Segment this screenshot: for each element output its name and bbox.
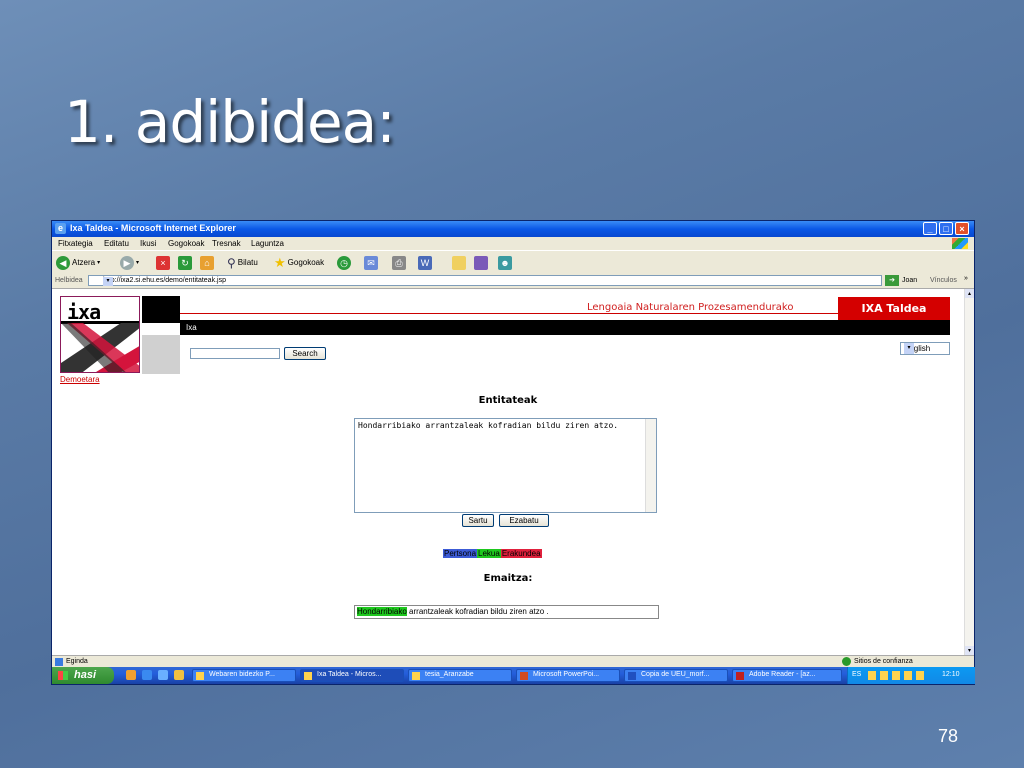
go-arrow-icon[interactable]: ➔ xyxy=(885,275,899,286)
header-tagline: Lengoaia Naturalaren Prozesamendurako xyxy=(587,302,794,313)
task-item-adobe[interactable]: Adobe Reader - [az... xyxy=(732,669,842,682)
textarea-scrollbar[interactable] xyxy=(645,419,656,512)
menu-tools[interactable]: Tresnak xyxy=(212,239,241,248)
favorites-button[interactable]: ★ Gogokoak xyxy=(274,255,324,270)
taskbar: hasi Webaren bidezko P... Ixa Taldea - M… xyxy=(52,667,975,684)
close-button[interactable]: × xyxy=(955,222,969,235)
windows-logo-icon xyxy=(58,671,68,680)
header-rule xyxy=(180,313,950,314)
search-toolbar-button[interactable]: ⚲ Bilatu xyxy=(227,255,258,270)
clear-button[interactable]: Ezabatu xyxy=(499,514,549,527)
slide-number: 78 xyxy=(938,726,959,746)
menu-view[interactable]: Ikusi xyxy=(140,239,156,248)
legend-location: Lekua xyxy=(477,549,501,558)
go-button[interactable]: Joan xyxy=(902,277,917,284)
menu-file[interactable]: Fitxategia xyxy=(58,239,93,248)
language-select[interactable]: English ▾ xyxy=(900,342,950,355)
text-input-area[interactable]: Hondarribiako arrantzaleak kofradian bil… xyxy=(354,418,657,513)
windows-flag-icon xyxy=(952,238,968,249)
chevron-down-icon: ▾ xyxy=(904,343,914,354)
chevron-down-icon[interactable]: ▾ xyxy=(103,277,113,286)
task-item-ixa[interactable]: Ixa Taldea - Micros... xyxy=(300,669,404,682)
back-button[interactable]: ◀ Atzera ▾ xyxy=(56,255,100,270)
result-box: Hondarribiako arrantzaleak kofradian bil… xyxy=(354,605,659,619)
nav-bar: Ixa xyxy=(180,320,950,335)
submit-button[interactable]: Sartu xyxy=(462,514,494,527)
edit-word-icon[interactable]: W xyxy=(418,256,432,270)
back-arrow-icon: ◀ xyxy=(56,255,70,270)
scroll-up-icon[interactable]: ▴ xyxy=(965,289,974,298)
task-item-tesia[interactable]: tesia_Aranzabe xyxy=(408,669,512,682)
system-tray: ES 12:10 xyxy=(847,667,975,684)
mail-icon[interactable]: ✉ xyxy=(364,256,378,270)
task-item-copia[interactable]: Copia de UEU_morf... xyxy=(624,669,728,682)
folder-icon[interactable] xyxy=(452,256,466,270)
task-item-powerpoint[interactable]: Microsoft PowerPoi... xyxy=(516,669,620,682)
quicklaunch-desktop-icon[interactable] xyxy=(158,670,168,680)
ie-icon: e xyxy=(55,223,66,234)
refresh-icon[interactable]: ↻ xyxy=(178,256,192,270)
ixa-logo: ixa xyxy=(60,296,140,373)
scroll-down-icon[interactable]: ▾ xyxy=(965,646,974,655)
entity-highlight: Hondarribiako xyxy=(357,607,407,616)
menu-help[interactable]: Laguntza xyxy=(251,239,284,248)
header-block xyxy=(142,296,180,323)
legend-person: Pertsona xyxy=(443,549,478,558)
search-input[interactable] xyxy=(190,348,280,359)
minimize-button[interactable]: _ xyxy=(923,222,937,235)
quicklaunch-media-icon[interactable] xyxy=(174,670,184,680)
toolbar: ◀ Atzera ▾ ▶ ▾ × ↻ ⌂ ⚲ Bilatu ★ Gogokoak… xyxy=(52,250,974,275)
nav-item-ixa[interactable]: Ixa xyxy=(186,323,197,332)
messenger-icon[interactable]: ☻ xyxy=(498,256,512,270)
language-indicator[interactable]: ES xyxy=(852,671,861,678)
entity-legend: Pertsona Lekua Erakundea xyxy=(443,549,542,558)
quicklaunch-ie-icon[interactable] xyxy=(142,670,152,680)
slide-title: 1. adibidea: xyxy=(64,88,396,156)
demo-link[interactable]: Demoetara xyxy=(60,375,100,384)
clock: 12:10 xyxy=(942,671,960,678)
quicklaunch-icon[interactable] xyxy=(126,670,136,680)
browser-window: e Ixa Taldea - Microsoft Internet Explor… xyxy=(52,221,975,684)
forward-arrow-icon: ▶ xyxy=(120,255,134,270)
chevron-down-icon: ▾ xyxy=(97,260,101,266)
page-scrollbar[interactable]: ▴ ▾ xyxy=(964,289,974,655)
trusted-zone-icon xyxy=(842,657,851,666)
result-text: arrantzaleak kofradian bildu ziren atzo … xyxy=(406,607,549,616)
task-item-webaren[interactable]: Webaren bidezko P... xyxy=(192,669,296,682)
page-done-icon xyxy=(55,658,63,666)
side-block xyxy=(142,335,180,374)
history-icon[interactable]: ◷ xyxy=(337,256,351,270)
magnifier-icon: ⚲ xyxy=(227,255,236,270)
address-label: Helbidea xyxy=(55,277,83,284)
menu-bar: Fitxategia Editatu Ikusi Gogokoak Tresna… xyxy=(52,237,974,250)
ixa-x-logo-icon xyxy=(61,323,139,372)
star-icon: ★ xyxy=(274,254,286,270)
chevron-down-icon: ▾ xyxy=(136,260,140,266)
security-zone: Sitios de confianza xyxy=(854,658,913,665)
menu-edit[interactable]: Editatu xyxy=(104,239,129,248)
menu-favorites[interactable]: Gogokoak xyxy=(168,239,204,248)
legend-organization: Erakundea xyxy=(500,549,542,558)
search-button[interactable]: Search xyxy=(284,347,326,360)
links-label[interactable]: Vínculos xyxy=(930,277,957,284)
research-icon[interactable] xyxy=(474,256,488,270)
status-text: Eginda xyxy=(66,658,88,665)
window-title: Ixa Taldea - Microsoft Internet Explorer xyxy=(70,223,236,233)
home-icon[interactable]: ⌂ xyxy=(200,256,214,270)
form-title: Entitateak xyxy=(478,395,538,406)
chevron-right-icon[interactable]: » xyxy=(964,275,968,282)
address-bar: Helbidea http://ixa2.si.ehu.es/demo/enti… xyxy=(52,274,974,289)
result-title: Emaitza: xyxy=(483,573,533,584)
start-button[interactable]: hasi xyxy=(52,667,114,684)
print-icon[interactable]: ⎙ xyxy=(392,256,406,270)
maximize-button[interactable]: □ xyxy=(939,222,953,235)
page-content: ixa Lengoaia Naturalaren Prozesamendurak… xyxy=(52,289,964,655)
tray-icons[interactable] xyxy=(868,671,928,680)
stop-icon[interactable]: × xyxy=(156,256,170,270)
address-input[interactable]: http://ixa2.si.ehu.es/demo/entitateak.js… xyxy=(88,275,882,286)
header-brand[interactable]: IXA Taldea xyxy=(838,297,950,320)
forward-button[interactable]: ▶ ▾ xyxy=(120,255,139,270)
window-titlebar[interactable]: e Ixa Taldea - Microsoft Internet Explor… xyxy=(52,221,974,237)
